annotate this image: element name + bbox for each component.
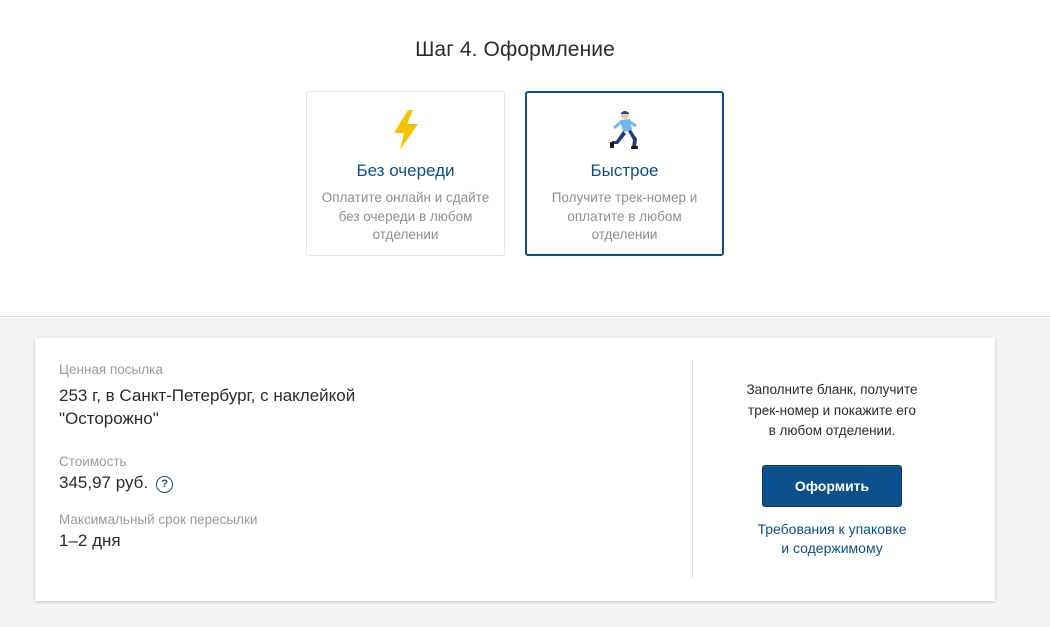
step-title: Шаг 4. Оформление — [415, 38, 615, 61]
option-card-fast[interactable]: Быстрое Получите трек-номер и оплатите в… — [525, 91, 724, 256]
delivery-term-value: 1–2 дня — [59, 531, 121, 550]
option-card-no-queue[interactable]: Без очереди Оплатите онлайн и сдайте без… — [306, 91, 505, 256]
cost-value: 345,97 руб. — [59, 473, 149, 492]
option-description: Получите трек-номер и оплатите в любом о… — [551, 190, 698, 242]
vertical-divider — [692, 360, 693, 578]
summary-panel: Ценная посылка 253 г, в Санкт-Петербург,… — [35, 338, 995, 601]
packaging-requirements-link[interactable]: Требования к упаковке и содержимому — [715, 520, 949, 558]
submit-order-button[interactable]: Оформить — [762, 465, 902, 507]
parcel-type-label: Ценная посылка — [59, 362, 163, 377]
option-title: Без очереди — [356, 161, 455, 180]
order-summary-section: Ценная посылка 253 г, в Санкт-Петербург,… — [0, 318, 1050, 627]
lightning-icon — [307, 110, 504, 152]
delivery-term-label: Максимальный срок пересылки — [59, 512, 258, 527]
option-description: Оплатите онлайн и сдайте без очереди в л… — [321, 190, 490, 242]
option-title: Быстрое — [590, 161, 659, 180]
cost-row: 345,97 руб.? — [59, 471, 174, 494]
help-icon[interactable]: ? — [156, 476, 174, 493]
parcel-description: 253 г, в Санкт-Петербург, с наклейкой "О… — [59, 386, 356, 428]
instruction-text: Заполните бланк, получите трек-номер и п… — [746, 382, 918, 438]
delivery-method-section: Шаг 4. Оформление Без очереди Оплатите о… — [0, 0, 1050, 317]
cost-label: Стоимость — [59, 454, 127, 469]
runner-icon — [527, 110, 722, 152]
